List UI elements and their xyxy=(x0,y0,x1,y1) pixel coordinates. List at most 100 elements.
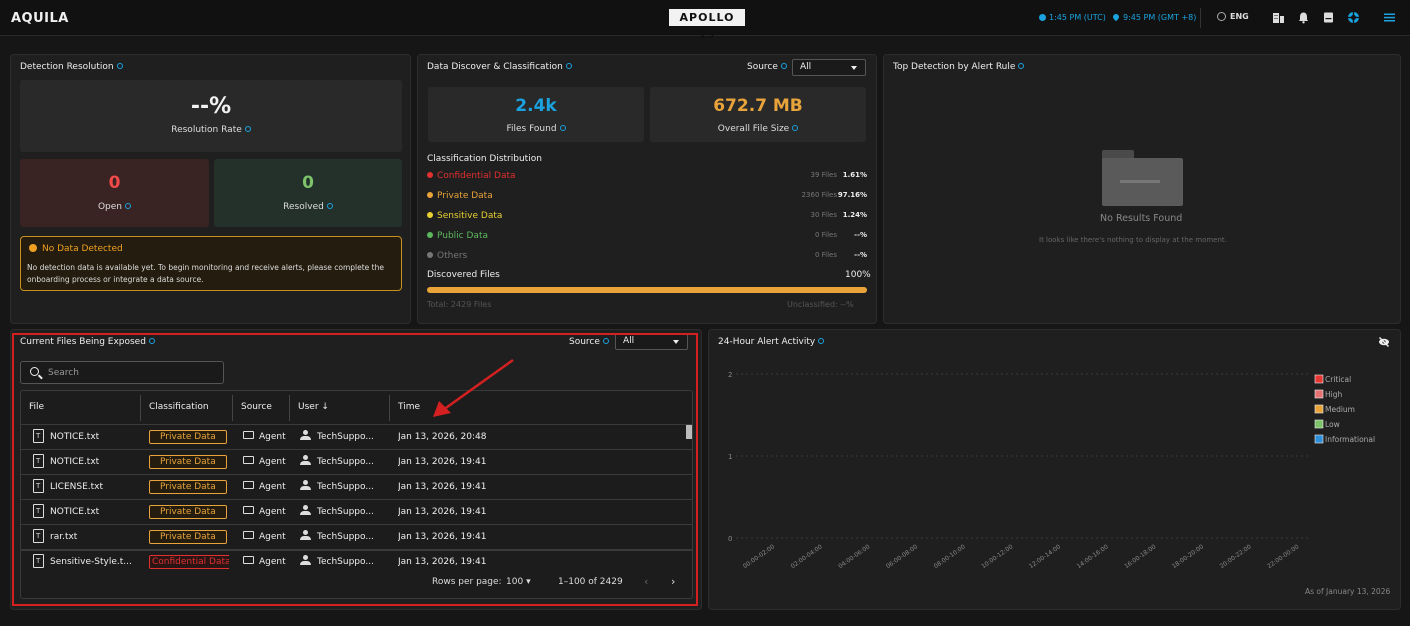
legend-label-critical[interactable]: Critical xyxy=(1325,375,1351,384)
info-icon[interactable] xyxy=(818,338,825,344)
top-detection-title-text: Top Detection by Alert Rule xyxy=(893,62,1016,72)
as-of-date: As of January 13, 2026 xyxy=(1305,587,1391,596)
detection-resolution-title: Detection Resolution xyxy=(20,62,123,72)
info-icon[interactable] xyxy=(116,63,123,69)
category-pct: 97.16% xyxy=(837,191,867,199)
distribution-row: Others 0 Files --% xyxy=(427,251,867,263)
x-tick-label: 06:00-08:00 xyxy=(885,543,919,570)
data-discover-title: Data Discover & Classification xyxy=(427,62,572,72)
resolution-rate-label: Resolution Rate xyxy=(20,125,402,135)
x-tick-label: 22:00-00:00 xyxy=(1266,543,1300,570)
lifebuoy-icon[interactable] xyxy=(1347,11,1360,24)
info-icon[interactable] xyxy=(125,203,132,209)
legend-swatch-medium[interactable] xyxy=(1314,404,1324,414)
resolved-tile[interactable]: 0 Resolved xyxy=(214,159,402,227)
local-time: 9:45 PM (GMT +8) xyxy=(1111,12,1197,22)
warning-title: No Data Detected xyxy=(29,244,123,254)
category-dot xyxy=(427,212,433,218)
info-icon[interactable] xyxy=(326,203,333,209)
brand-logo: AQUILA xyxy=(11,11,69,26)
x-tick-label: 04:00-06:00 xyxy=(837,543,871,570)
utc-time: 1:45 PM (UTC) xyxy=(1039,13,1106,22)
annotation-arrow xyxy=(433,358,514,417)
legend-label-informational[interactable]: Informational xyxy=(1325,435,1375,444)
no-results-text: It looks like there's nothing to display… xyxy=(1039,236,1227,244)
file-size-tile: 672.7 MB Overall File Size xyxy=(650,87,866,142)
x-tick-label: 02:00-04:00 xyxy=(790,543,824,570)
info-icon[interactable] xyxy=(792,125,799,131)
total-files-label: Total: 2429 Files xyxy=(427,300,492,309)
no-results-title: No Results Found xyxy=(1100,213,1183,224)
document-icon[interactable] xyxy=(1322,11,1335,24)
legend-label-medium[interactable]: Medium xyxy=(1325,405,1355,414)
legend-swatch-critical[interactable] xyxy=(1314,374,1324,384)
alert-activity-title-text: 24-Hour Alert Activity xyxy=(718,337,816,347)
open-tile[interactable]: 0 Open xyxy=(20,159,209,227)
y-tick-label: 2 xyxy=(728,371,732,379)
info-icon[interactable] xyxy=(1018,63,1025,69)
clock-icon xyxy=(1039,14,1046,21)
detection-resolution-title-text: Detection Resolution xyxy=(20,62,114,72)
no-data-warning: No Data Detected No detection data is av… xyxy=(20,236,402,291)
warning-title-text: No Data Detected xyxy=(42,244,123,254)
resolution-rate-label-text: Resolution Rate xyxy=(171,125,242,135)
warning-icon xyxy=(29,244,37,252)
category-pct: --% xyxy=(854,231,867,239)
legend-label-low[interactable]: Low xyxy=(1325,420,1340,429)
x-tick-label: 10:00-12:00 xyxy=(980,543,1014,570)
top-bar: AQUILA APOLLO 13 1:45 PM (UTC) 9:45 PM (… xyxy=(0,0,1410,41)
info-icon[interactable] xyxy=(780,63,787,69)
open-label: Open xyxy=(20,202,209,212)
category-label: Sensitive Data xyxy=(437,211,503,221)
language-selector[interactable]: ENG xyxy=(1217,12,1249,21)
language-label: ENG xyxy=(1230,12,1249,21)
files-found-tile: 2.4k Files Found xyxy=(428,87,644,142)
open-count: 0 xyxy=(108,173,121,193)
building-icon[interactable] xyxy=(1272,11,1285,24)
info-icon[interactable] xyxy=(559,125,566,131)
x-tick-label: 08:00-10:00 xyxy=(933,543,967,570)
category-files: 0 Files xyxy=(814,231,837,239)
alert-activity-title: 24-Hour Alert Activity xyxy=(718,337,825,347)
discovered-files-bar-fill xyxy=(427,287,867,293)
topbar-divider xyxy=(1200,8,1201,28)
warning-text: No detection data is available yet. To b… xyxy=(27,263,384,284)
resolution-rate-value: --% xyxy=(190,94,232,119)
utc-time-label: 1:45 PM (UTC) xyxy=(1049,13,1106,22)
local-time-label: 9:45 PM (GMT +8) xyxy=(1123,13,1197,22)
globe-icon xyxy=(1217,12,1226,21)
legend-swatch-informational[interactable] xyxy=(1314,434,1324,444)
files-found-label-text: Files Found xyxy=(506,124,557,134)
eye-off-icon[interactable] xyxy=(1378,336,1390,348)
menu-icon[interactable] xyxy=(1383,11,1396,24)
distribution-row: Confidential Data 39 Files 1.61% xyxy=(427,171,867,183)
info-icon[interactable] xyxy=(565,63,572,69)
bell-icon[interactable] xyxy=(1297,11,1310,24)
highlight-box xyxy=(12,333,698,606)
file-size-label-text: Overall File Size xyxy=(717,124,790,134)
resolution-rate-tile: --% Resolution Rate xyxy=(20,80,402,152)
file-size-label: Overall File Size xyxy=(650,124,866,134)
category-label: Public Data xyxy=(437,231,488,241)
legend-label-high[interactable]: High xyxy=(1325,390,1342,399)
classification-distribution-title: Classification Distribution xyxy=(427,154,542,164)
discover-source-select[interactable]: All xyxy=(792,59,866,76)
discover-source-value: All xyxy=(800,62,812,72)
legend-swatch-high[interactable] xyxy=(1314,389,1324,399)
legend-swatch-low[interactable] xyxy=(1314,419,1324,429)
file-size-value: 672.7 MB xyxy=(713,96,803,116)
y-tick-label: 0 xyxy=(728,535,732,543)
category-label: Others xyxy=(437,251,468,261)
alert-activity-chart: 2 1 0 00:00-02:00 02:00-04:00 04:00-06:00 06:0… xyxy=(728,371,1375,570)
files-found-value: 2.4k xyxy=(515,96,557,116)
y-tick-label: 1 xyxy=(728,453,732,461)
discovered-files-label: Discovered Files xyxy=(427,270,500,280)
category-dot xyxy=(427,252,433,258)
discovered-files-bar xyxy=(427,287,867,293)
empty-folder-icon xyxy=(1102,150,1183,206)
info-icon[interactable] xyxy=(244,126,251,132)
category-dot xyxy=(427,172,433,178)
category-dot xyxy=(427,232,433,238)
location-pin-icon xyxy=(1111,12,1121,22)
files-found-label: Files Found xyxy=(428,124,644,134)
